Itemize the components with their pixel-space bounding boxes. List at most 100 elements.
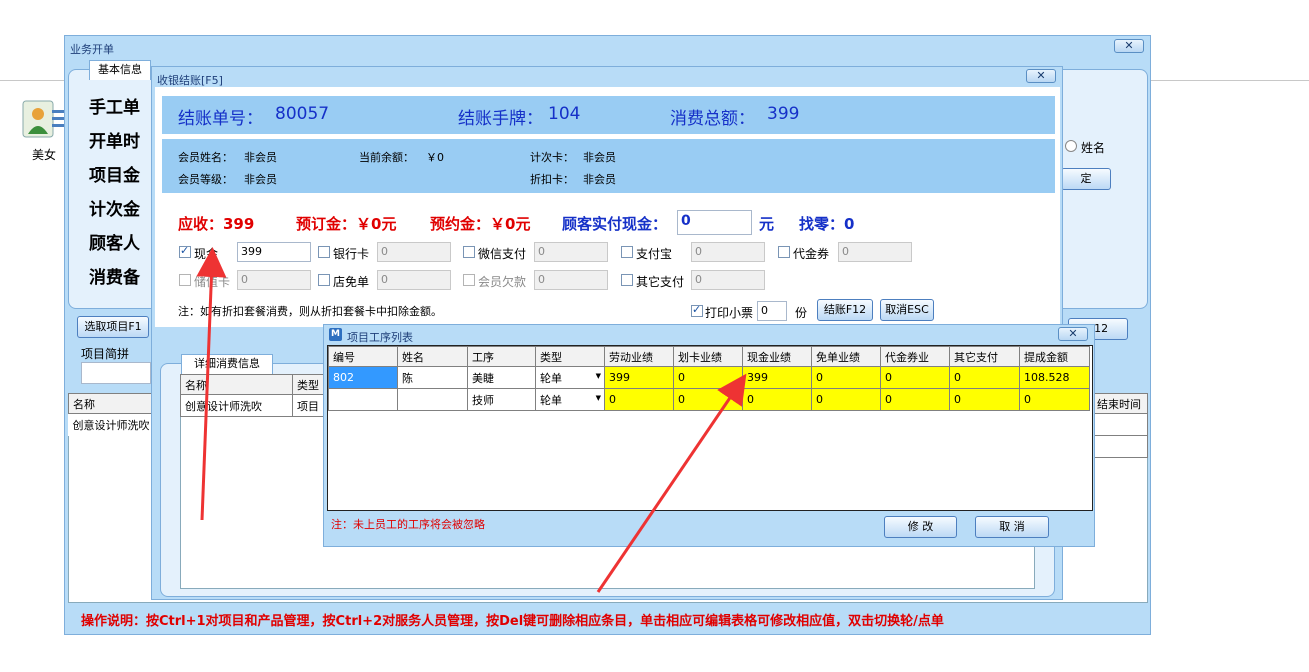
field-open-time: 开单时 <box>89 132 140 152</box>
change-text: 找零：0 <box>799 215 855 233</box>
cell-name[interactable]: 陈 <box>397 366 468 389</box>
total-label: 消费总额： <box>670 109 755 129</box>
cell-process[interactable]: 美睫 <box>467 366 536 389</box>
cell-voucher-perf[interactable]: 0 <box>880 366 950 389</box>
cancel-checkout-button[interactable]: 取消ESC <box>880 299 934 321</box>
project-abbr-input[interactable] <box>81 362 151 384</box>
end-time-cell[interactable] <box>1092 435 1148 458</box>
left-cell[interactable]: 创意设计师洗吹 <box>69 414 158 436</box>
checkout-button-label: 结账F12 <box>823 303 867 316</box>
tab-basic-info-label: 基本信息 <box>98 63 142 76</box>
cell-commission[interactable]: 0 <box>1019 388 1090 411</box>
other-pay-checkbox[interactable] <box>621 274 633 286</box>
stored-card-input[interactable]: 0 <box>237 270 311 290</box>
project-abbr-label: 项目简拼 <box>81 347 130 361</box>
voucher-checkbox[interactable] <box>778 246 790 258</box>
alipay-checkbox[interactable] <box>621 246 633 258</box>
wechat-input[interactable]: 0 <box>534 242 608 262</box>
detail-cell-name[interactable]: 创意设计师洗吹 <box>180 394 293 417</box>
discount-note: 注：如有折扣套餐消费，则从折扣套餐卡中扣除金额。 <box>178 305 442 318</box>
desktop-icon-label: 美女 <box>32 148 57 162</box>
cash-paid-input[interactable]: 0 <box>677 210 752 235</box>
select-project-button[interactable]: 选取项目F1 <box>77 316 149 338</box>
end-time-header: 结束时间 <box>1092 393 1148 414</box>
confirm-button[interactable]: 定 <box>1061 168 1111 190</box>
cell-free-perf[interactable]: 0 <box>811 388 881 411</box>
member-debt-input[interactable]: 0 <box>534 270 608 290</box>
other-pay-label: 其它支付 <box>636 275 685 289</box>
member-level-value: 非会员 <box>244 173 277 186</box>
type-dropdown[interactable]: 轮单 <box>535 388 605 411</box>
stored-card-checkbox[interactable] <box>179 274 191 286</box>
cell-voucher-perf[interactable]: 0 <box>880 388 950 411</box>
end-time-cell[interactable] <box>1092 413 1148 436</box>
col-cash-perf: 现金业绩 <box>742 346 812 367</box>
print-copies-input[interactable]: 0 <box>757 301 787 321</box>
cell-name[interactable] <box>397 388 468 411</box>
checkout-window-title: 收银结账[F5] <box>157 74 223 87</box>
member-info-band: 会员姓名： 非会员 当前余额： ￥0 计次卡： 非会员 会员等级： 非会员 折扣… <box>162 139 1055 193</box>
voucher-input[interactable]: 0 <box>838 242 912 262</box>
print-receipt-checkbox[interactable] <box>691 303 703 317</box>
tab-detail-consumption[interactable]: 详细消费信息 <box>181 354 273 374</box>
cancel-button-label: 取 消 <box>999 520 1025 533</box>
order-no-value: 80057 <box>275 104 330 124</box>
name-radio-label: 姓名 <box>1081 141 1106 155</box>
wechat-checkbox[interactable] <box>463 246 475 258</box>
cell-card-perf[interactable]: 0 <box>673 366 743 389</box>
cell-commission[interactable]: 108.528 <box>1019 366 1090 389</box>
cell-card-perf[interactable]: 0 <box>673 388 743 411</box>
store-free-input[interactable]: 0 <box>377 270 451 290</box>
close-icon[interactable]: ✕ <box>1114 39 1144 53</box>
field-manual-order: 手工单 <box>89 98 140 118</box>
type-dropdown[interactable]: 轮单 <box>535 366 605 389</box>
cell-number[interactable] <box>328 388 398 411</box>
tab-basic-info[interactable]: 基本信息 <box>89 60 151 80</box>
cell-other-pay[interactable]: 0 <box>949 366 1020 389</box>
basic-fields: 手工单 开单时 项目金 计次金 顾客人 消费备 <box>89 91 140 295</box>
cancel-button[interactable]: 取 消 <box>975 516 1049 538</box>
close-icon[interactable]: ✕ <box>1058 327 1088 341</box>
modify-button-label: 修 改 <box>907 520 934 533</box>
name-radio[interactable] <box>1065 140 1077 152</box>
table-row[interactable]: 技师 轮单 0 0 0 0 0 0 0 <box>328 388 1090 411</box>
col-type: 类型 <box>535 346 605 367</box>
other-pay-input[interactable]: 0 <box>691 270 765 290</box>
alipay-input[interactable]: 0 <box>691 242 765 262</box>
member-debt-checkbox[interactable] <box>463 274 475 286</box>
voucher-label: 代金券 <box>793 247 830 261</box>
cell-process[interactable]: 技师 <box>467 388 536 411</box>
tab-detail-label: 详细消费信息 <box>194 357 260 370</box>
user-card-icon <box>22 100 66 138</box>
cell-free-perf[interactable]: 0 <box>811 366 881 389</box>
cell-other-pay[interactable]: 0 <box>949 388 1020 411</box>
modify-button[interactable]: 修 改 <box>884 516 957 538</box>
store-free-checkbox[interactable] <box>318 274 330 286</box>
wechat-label: 微信支付 <box>478 247 527 261</box>
cell-cash-perf[interactable]: 0 <box>742 388 812 411</box>
tag-value: 104 <box>548 104 581 124</box>
detail-col-type: 类型 <box>292 374 325 395</box>
close-icon[interactable]: ✕ <box>1026 69 1056 83</box>
cell-number[interactable]: 802 <box>328 366 398 389</box>
field-consume-note: 消费备 <box>89 268 140 288</box>
table-row[interactable]: 802 陈 美睫 轮单 399 0 399 0 0 0 108.528 <box>328 366 1090 389</box>
store-free-label: 店免单 <box>333 275 370 289</box>
discount-card-value: 非会员 <box>583 173 616 186</box>
desktop-shortcut[interactable]: 美女 <box>20 100 70 170</box>
bank-card-checkbox[interactable] <box>318 246 330 258</box>
col-labor-perf: 劳动业绩 <box>604 346 674 367</box>
app-logo-icon: M <box>329 328 342 341</box>
cash-amount-input[interactable]: 399 <box>237 242 311 262</box>
process-grid: 编号 姓名 工序 类型 劳动业绩 划卡业绩 现金业绩 免单业绩 代金券业 其它支… <box>328 346 1090 411</box>
cell-labor-perf[interactable]: 0 <box>604 388 674 411</box>
process-list-window: M 项目工序列表 ✕ 编号 姓名 工序 类型 劳动业绩 划卡业绩 现金业绩 免单… <box>323 324 1095 547</box>
cell-cash-perf[interactable]: 399 <box>742 366 812 389</box>
detail-cell-type[interactable]: 项目 <box>292 394 325 417</box>
ignore-note: 注：未上员工的工序将会被忽略 <box>331 518 485 531</box>
bank-card-input[interactable]: 0 <box>377 242 451 262</box>
checkout-button[interactable]: 结账F12 <box>817 299 873 321</box>
field-customer: 顾客人 <box>89 234 140 254</box>
cash-checkbox[interactable] <box>179 244 191 258</box>
cell-labor-perf[interactable]: 399 <box>604 366 674 389</box>
